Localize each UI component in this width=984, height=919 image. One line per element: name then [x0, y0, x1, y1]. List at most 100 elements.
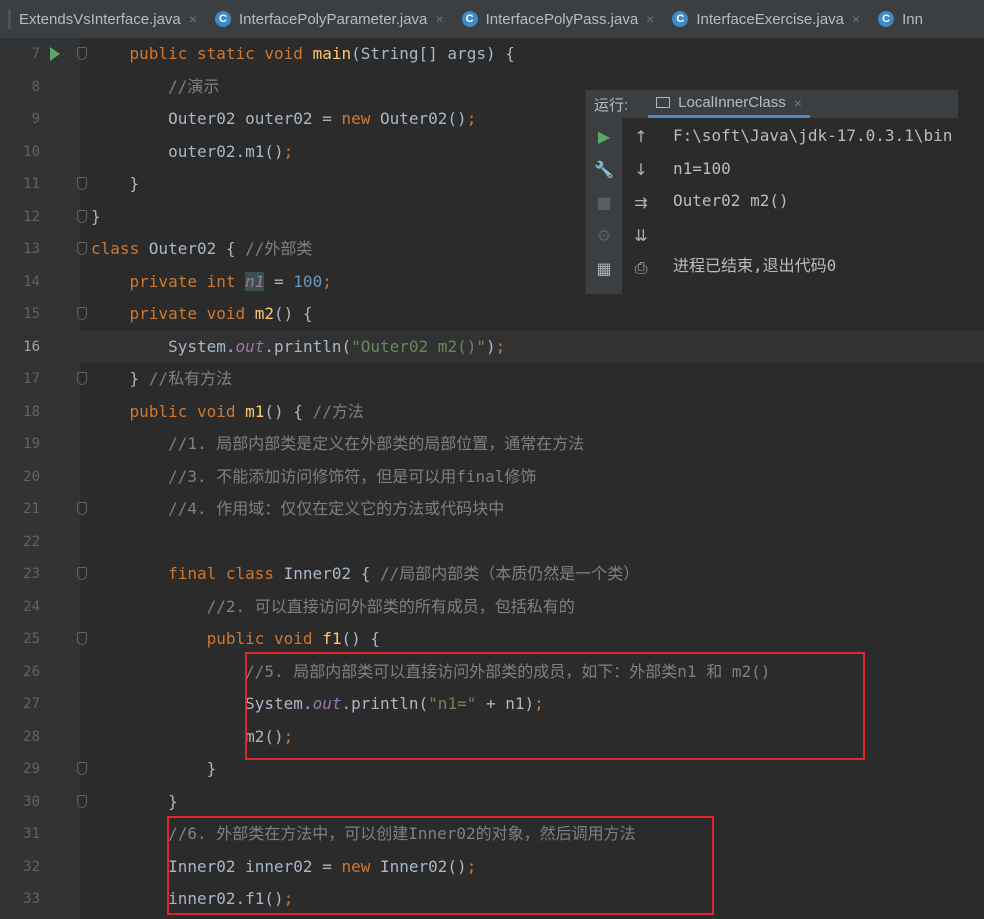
- tab-3[interactable]: C InterfaceExercise.java ×: [664, 0, 870, 38]
- fold-icon[interactable]: [77, 567, 87, 580]
- tab-divider: [8, 9, 11, 29]
- console-line: Outer02 m2(): [673, 191, 789, 210]
- code-line[interactable]: 18 public void m1() { //方法: [0, 396, 984, 429]
- line-number: 30: [23, 793, 40, 810]
- code-line[interactable]: 20 //3. 不能添加访问修饰符，但是可以用final修饰: [0, 461, 984, 494]
- fold-icon[interactable]: [77, 47, 87, 60]
- line-number: 18: [23, 403, 40, 420]
- code-text: private int n1 = 100;: [129, 271, 332, 291]
- code-line[interactable]: 15 private void m2() {: [0, 298, 984, 331]
- code-line[interactable]: 21 //4. 作用域：仅仅在定义它的方法或代码块中: [0, 493, 984, 526]
- stop-icon[interactable]: ■: [594, 192, 614, 212]
- line-number: 23: [23, 566, 40, 582]
- class-icon: C: [672, 11, 689, 27]
- tab-label: InterfacePolyParameter.java: [238, 10, 428, 28]
- code-line[interactable]: 22: [0, 526, 984, 559]
- line-number: 12: [23, 208, 40, 225]
- fold-icon[interactable]: [77, 209, 87, 223]
- close-icon[interactable]: ×: [435, 11, 443, 27]
- arrow-up-icon[interactable]: ↑: [631, 126, 651, 146]
- close-icon[interactable]: ×: [852, 11, 860, 27]
- fold-icon[interactable]: [77, 242, 87, 255]
- run-tab-localinnerclass[interactable]: LocalInnerClass ×: [648, 90, 810, 118]
- line-number: 32: [23, 858, 40, 875]
- tab-label: InterfacePolyPass.java: [485, 10, 639, 28]
- line-number: 17: [23, 371, 40, 387]
- code-line[interactable]: 24 //2. 可以直接访问外部类的所有成员，包括私有的: [0, 591, 984, 624]
- fold-icon[interactable]: [77, 632, 87, 645]
- code-text: } //私有方法: [91, 369, 233, 388]
- line-number: 31: [23, 826, 40, 842]
- code-line[interactable]: 16 System.out.println("Outer02 m2()");: [0, 330, 984, 363]
- code-text: class Outer02 { //外部类: [91, 239, 313, 258]
- console-icon: [656, 97, 671, 108]
- code-text: private void m2() {: [129, 304, 313, 323]
- code-text: }: [91, 791, 178, 811]
- fold-icon[interactable]: [77, 177, 87, 190]
- rerun-icon[interactable]: ▶: [594, 126, 614, 146]
- class-icon: C: [461, 11, 478, 27]
- line-number: 10: [23, 143, 40, 160]
- tab-2[interactable]: C InterfacePolyPass.java ×: [454, 0, 665, 38]
- line-number: 33: [23, 891, 40, 907]
- debug-gear-icon[interactable]: ⚙: [594, 225, 614, 245]
- code-line[interactable]: 7 public static void main(String[] args)…: [0, 38, 984, 71]
- console-output[interactable]: F:\soft\Java\jdk-17.0.3.1\bin n1=100 Outer…: [673, 118, 958, 294]
- code-text: //演示: [168, 76, 220, 96]
- tab-4[interactable]: C Inn: [870, 0, 933, 38]
- line-number: 15: [23, 306, 40, 322]
- run-header: 运行: LocalInnerClass ×: [586, 90, 958, 118]
- fold-icon[interactable]: [77, 762, 87, 775]
- code-text: Outer02 outer02 = new Outer02();: [91, 109, 477, 128]
- fold-icon[interactable]: [77, 502, 87, 515]
- code-line[interactable]: 19 //1. 局部内部类是定义在外部类的局部位置，通常在方法: [0, 428, 984, 461]
- close-icon[interactable]: ×: [794, 95, 802, 111]
- fold-icon[interactable]: [77, 794, 87, 808]
- code-line[interactable]: 23 final class Inner02 { //局部内部类（本质仍然是一个…: [0, 558, 984, 591]
- code-text: public void m1() { //方法: [129, 401, 364, 421]
- run-tool-window[interactable]: 运行: LocalInnerClass × ▶ 🔧 ■ ⚙ ▦ ↑ ↓ ⇉ ⇊ ⎙ F:\sof…: [585, 90, 958, 294]
- fold-icon[interactable]: [77, 372, 87, 385]
- soft-wrap-icon[interactable]: ⇉: [631, 192, 651, 212]
- run-label: 运行:: [594, 96, 629, 114]
- tab-0[interactable]: ExtendsVsInterface.java ×: [0, 0, 207, 38]
- code-text: System.out.println("Outer02 m2()");: [91, 336, 506, 356]
- code-line[interactable]: 17 } //私有方法: [0, 363, 984, 396]
- code-text: //4. 作用域：仅仅在定义它的方法或代码块中: [168, 499, 505, 518]
- code-text: }: [91, 206, 101, 226]
- line-number: 13: [23, 241, 40, 257]
- line-number: 28: [23, 728, 40, 745]
- line-number: 16: [23, 338, 40, 355]
- tab-label: Inn: [902, 10, 923, 28]
- layout-icon[interactable]: ▦: [594, 258, 614, 278]
- code-text: final class Inner02 { //局部内部类（本质仍然是一个类）: [168, 564, 640, 583]
- code-line[interactable]: 25 public void f1() {: [0, 623, 984, 656]
- code-line[interactable]: 30 }: [0, 786, 984, 819]
- code-text: outer02.m1();: [91, 141, 294, 161]
- print-icon[interactable]: ⎙: [631, 258, 651, 278]
- line-number: 26: [23, 663, 40, 680]
- console-line: F:\soft\Java\jdk-17.0.3.1\bin: [673, 126, 953, 145]
- fold-icon[interactable]: [77, 307, 87, 320]
- code-text: }: [91, 759, 217, 778]
- close-icon[interactable]: ×: [646, 11, 654, 27]
- scroll-to-end-icon[interactable]: ⇊: [631, 225, 651, 245]
- line-number: 24: [23, 598, 40, 615]
- tab-label: ExtendsVsInterface.java: [19, 10, 181, 28]
- highlight-box-create-inner: [167, 816, 714, 915]
- line-number: 29: [23, 761, 40, 777]
- run-gutter-icon[interactable]: [50, 47, 60, 61]
- close-icon[interactable]: ×: [189, 11, 197, 27]
- code-text: public void f1() {: [206, 629, 380, 648]
- line-number: 27: [23, 696, 40, 712]
- tab-label: InterfaceExercise.java: [696, 10, 844, 28]
- tab-1[interactable]: C InterfacePolyParameter.java ×: [207, 0, 454, 38]
- class-icon: C: [878, 11, 895, 27]
- highlight-box-inner-f1: [245, 652, 865, 760]
- code-text: }: [91, 174, 140, 193]
- arrow-down-icon[interactable]: ↓: [631, 159, 651, 179]
- line-number: 25: [23, 631, 40, 647]
- wrench-icon[interactable]: 🔧: [594, 159, 614, 179]
- line-number: 8: [31, 78, 40, 95]
- run-toolbar-left: ▶ 🔧 ■ ⚙ ▦: [586, 118, 622, 294]
